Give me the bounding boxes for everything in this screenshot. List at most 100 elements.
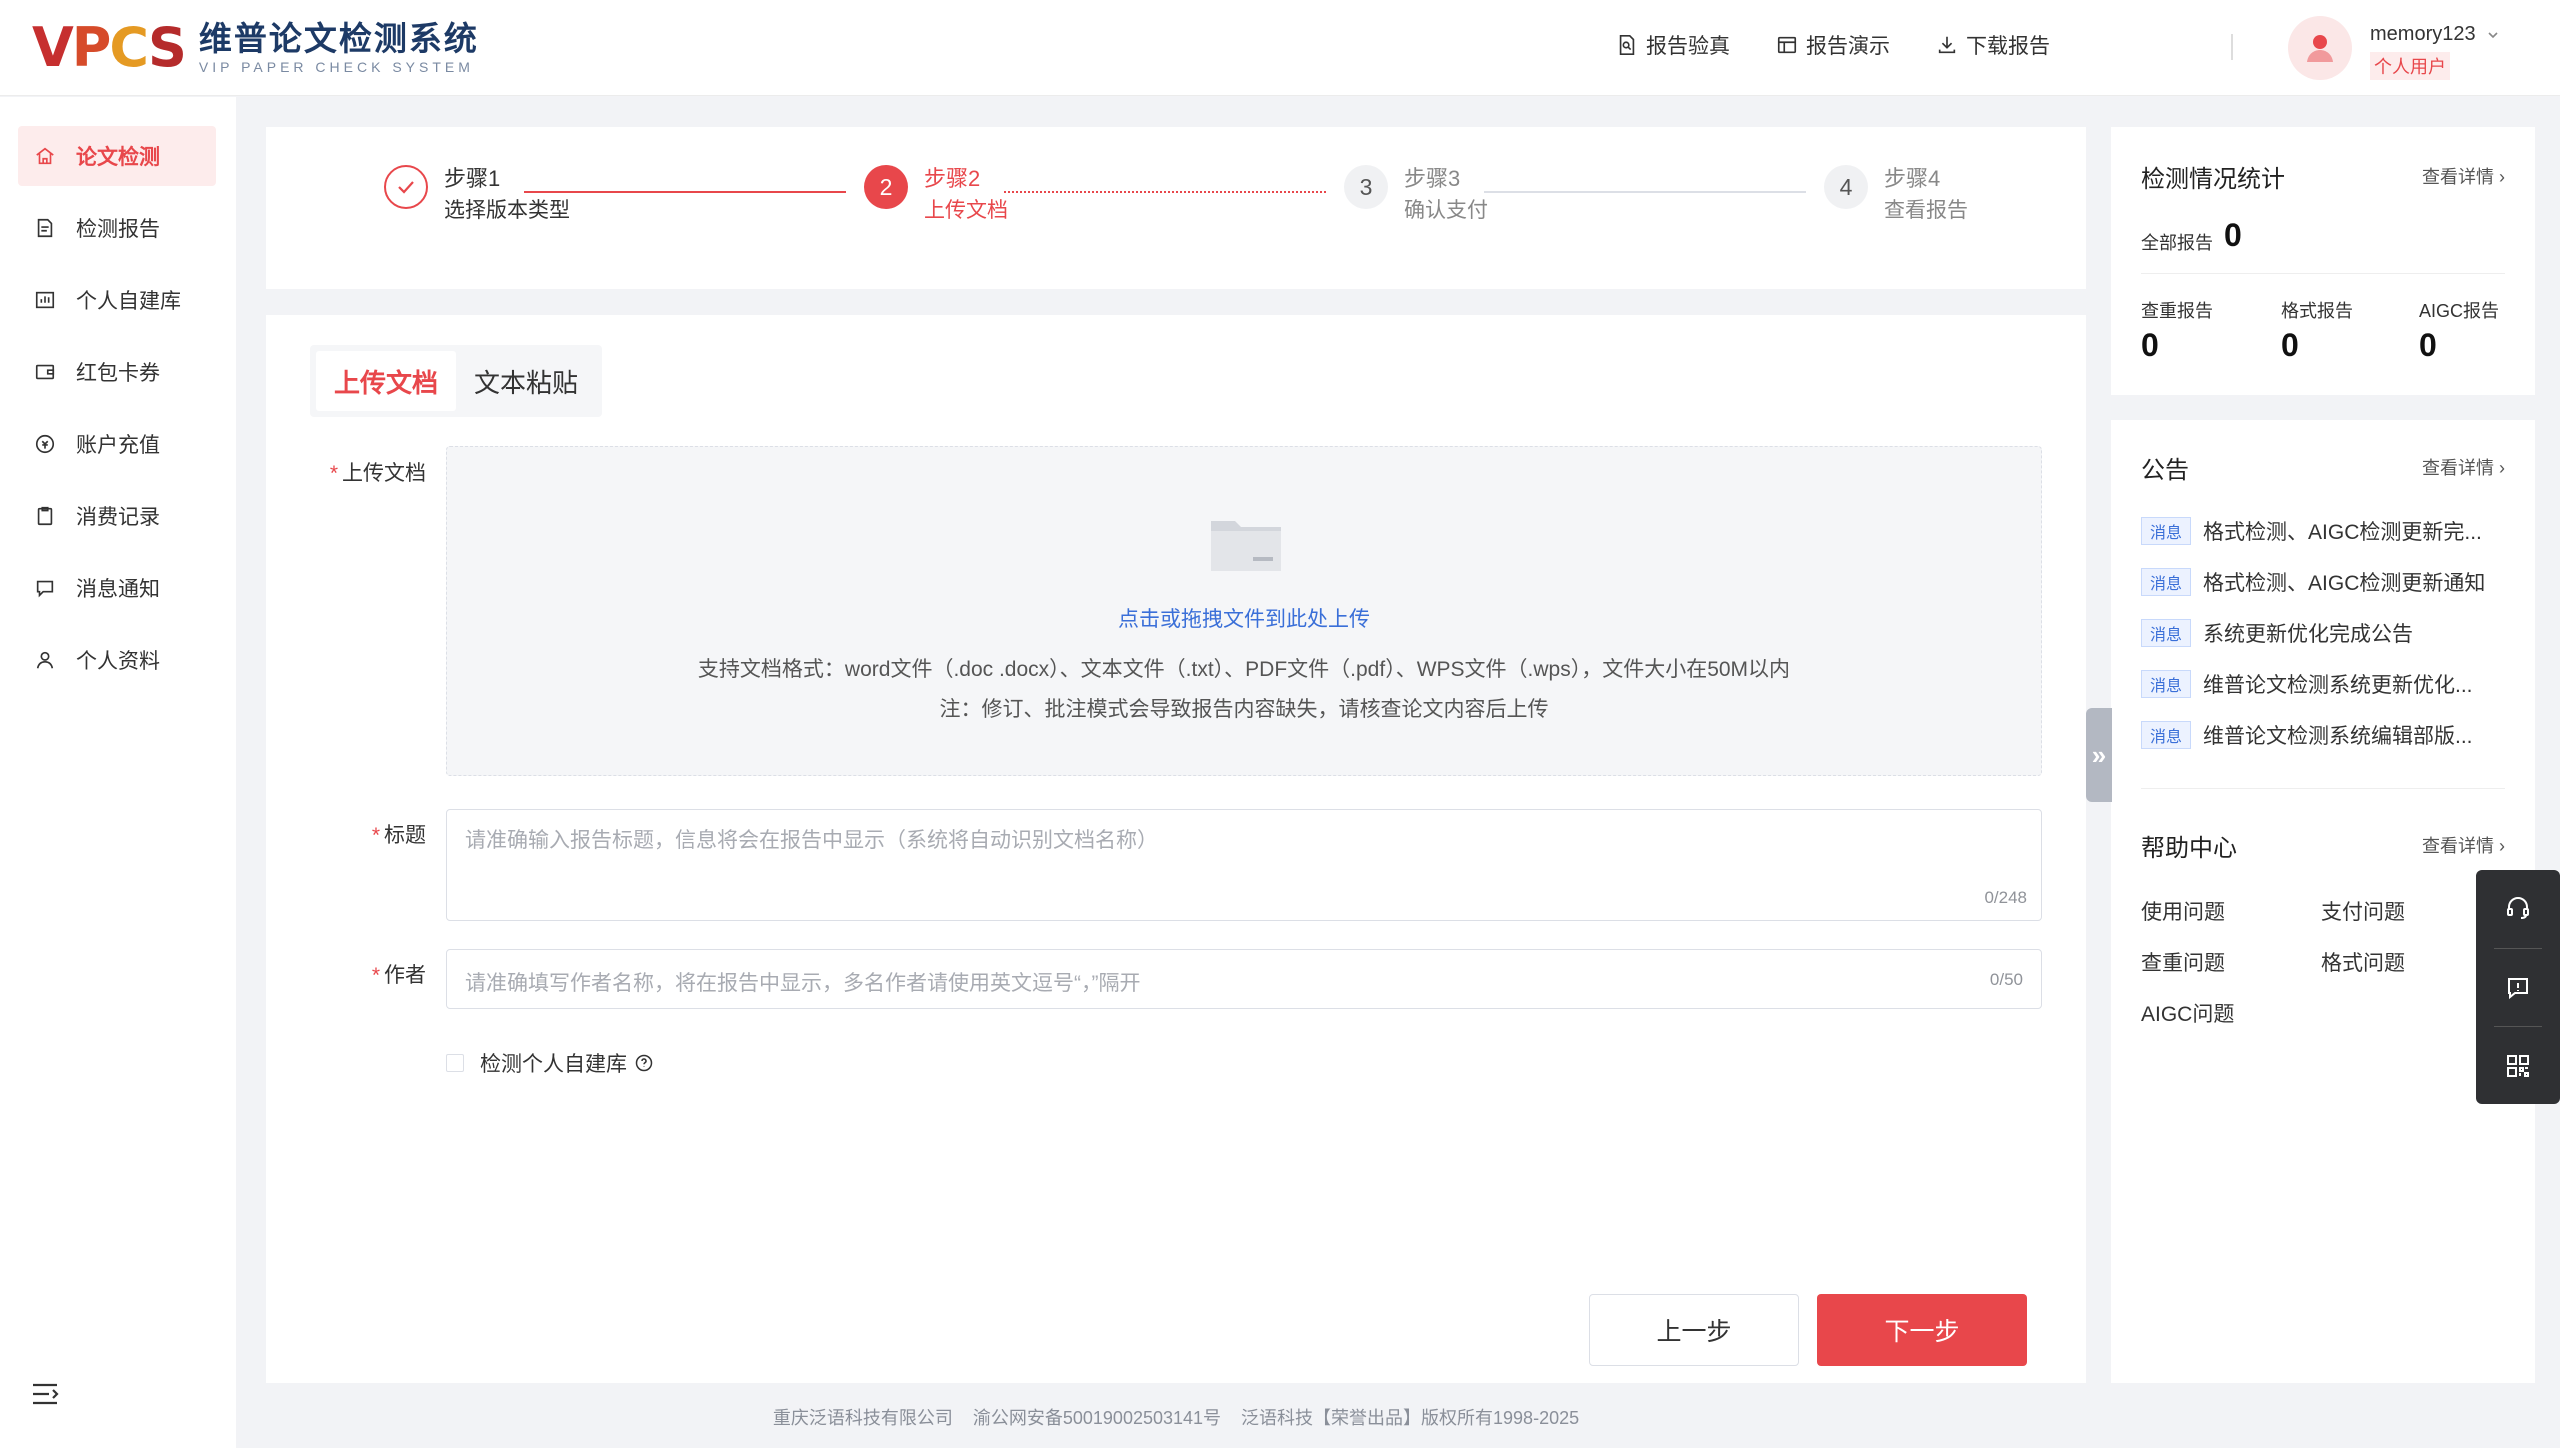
- notice-item[interactable]: 消息 格式检测、AIGC检测更新完...: [2141, 516, 2521, 546]
- step-title: 步骤3: [1404, 166, 1461, 191]
- next-step-button[interactable]: 下一步: [1817, 1294, 2027, 1366]
- library-icon: [35, 291, 55, 309]
- tab-paste-text[interactable]: 文本粘贴: [456, 351, 596, 411]
- format-reports-label: 格式报告: [2281, 301, 2353, 321]
- step-desc: 上传文档: [924, 199, 1008, 222]
- avatar[interactable]: [2288, 16, 2352, 80]
- notice-more-link[interactable]: 查看详情 ›: [2422, 454, 2505, 480]
- expand-panel-handle[interactable]: »: [2086, 708, 2112, 802]
- notice-item[interactable]: 消息 格式检测、AIGC检测更新通知: [2141, 567, 2521, 597]
- chevron-right-icon: ›: [2499, 458, 2505, 478]
- total-reports-value: 0: [2224, 217, 2242, 253]
- help-more-link[interactable]: 查看详情 ›: [2422, 832, 2505, 858]
- format-reports-value: 0: [2281, 327, 2299, 363]
- logo-title: 维普论文检测系统: [198, 19, 479, 58]
- title-textarea[interactable]: 请准确输入报告标题，信息将会在报告中显示（系统将自动识别文档名称） 0/248: [446, 809, 2042, 921]
- step-connector: [1484, 191, 1806, 193]
- user-type-badge: 个人用户: [2370, 52, 2450, 80]
- customer-service-button[interactable]: [2476, 870, 2560, 946]
- coin-icon: [35, 434, 55, 454]
- user-avatar-icon: [2307, 35, 2333, 62]
- notice-tag: 消息: [2141, 517, 2192, 545]
- prev-step-button[interactable]: 上一步: [1589, 1294, 1799, 1366]
- logo-subtitle: VIP PAPER CHECK SYSTEM: [198, 59, 474, 75]
- upload-form-card: 上传文档 文本粘贴 * 上传文档 点击或拖拽文件到此处上传 支持文档格式：word…: [266, 315, 2086, 1276]
- sidebar-item-reports[interactable]: 检测报告: [18, 198, 216, 258]
- notice-tag: 消息: [2141, 721, 2192, 749]
- download-report-link[interactable]: 下载报告: [1936, 30, 2050, 60]
- sidebar-item-coupons[interactable]: 红包卡券: [18, 342, 216, 402]
- library-checkbox[interactable]: [446, 1054, 464, 1072]
- step-number: 3: [1344, 165, 1388, 209]
- aigc-reports-value: 0: [2419, 327, 2437, 363]
- stats-more-link[interactable]: 查看详情 ›: [2422, 163, 2505, 189]
- step-4: 4 步骤4 查看报告: [1824, 165, 1968, 229]
- check-icon: [384, 165, 428, 209]
- form-actions-bar: [266, 1275, 2086, 1383]
- author-char-count: 0/50: [1989, 970, 2023, 989]
- report-icon: [37, 218, 53, 238]
- upload-format-hint: 支持文档格式：word文件（.doc .docx）、文本文件（.txt）、PDF…: [697, 658, 1791, 681]
- step-1: 步骤1 选择版本类型: [384, 165, 570, 229]
- stats-title: 检测情况统计: [2141, 166, 2285, 193]
- upload-label: * 上传文档: [329, 462, 426, 485]
- help-title: 帮助中心: [2141, 835, 2237, 862]
- notice-item[interactable]: 消息 系统更新优化完成公告: [2141, 618, 2521, 648]
- sidebar-item-profile[interactable]: 个人资料: [18, 630, 216, 690]
- notice-item[interactable]: 消息 维普论文检测系统编辑部版...: [2141, 720, 2521, 750]
- user-menu[interactable]: memory123: [2370, 23, 2500, 46]
- step-2: 2 步骤2 上传文档: [864, 165, 1008, 229]
- verify-report-link[interactable]: 报告验真: [1616, 30, 1730, 60]
- upload-note: 注：修订、批注模式会导致报告内容缺失，请核查论文内容后上传: [939, 698, 1549, 721]
- sidebar-item-paper-check[interactable]: 论文检测: [18, 126, 216, 186]
- demo-report-label: 报告演示: [1806, 35, 1890, 58]
- notice-title: 公告: [2141, 457, 2189, 484]
- help-aigc-link[interactable]: AIGC问题: [2141, 998, 2234, 1028]
- search-doc-icon: [1619, 35, 1635, 55]
- sidebar-item-recharge[interactable]: 账户充值: [18, 414, 216, 474]
- stats-card: 检测情况统计 查看详情 › 全部报告 0 查重报告 0 格式报告 0 AIGC报…: [2111, 127, 2535, 395]
- step-3: 3 步骤3 确认支付: [1344, 165, 1488, 229]
- title-label: * 标题: [371, 824, 426, 847]
- author-input[interactable]: 请准确填写作者名称，将在报告中显示，多名作者请使用英文逗号“，”隔开 0/50: [446, 949, 2042, 1009]
- notice-item[interactable]: 消息 维普论文检测系统更新优化...: [2141, 669, 2521, 699]
- qrcode-button[interactable]: [2476, 1028, 2560, 1104]
- chevron-right-icon: ›: [2499, 836, 2505, 856]
- file-upload-dropzone[interactable]: 点击或拖拽文件到此处上传 支持文档格式：word文件（.doc .docx）、文…: [446, 446, 2042, 776]
- sidebar-item-library[interactable]: 个人自建库: [18, 270, 216, 330]
- help-format-link[interactable]: 格式问题: [2321, 947, 2405, 977]
- dup-reports-label: 查重报告: [2141, 301, 2213, 321]
- notice-tag: 消息: [2141, 619, 2192, 647]
- download-report-label: 下载报告: [1966, 35, 2050, 58]
- tab-upload-document[interactable]: 上传文档: [316, 351, 457, 411]
- step-desc: 选择版本类型: [444, 199, 570, 222]
- sidebar-item-messages[interactable]: 消息通知: [18, 558, 216, 618]
- menu-collapse-icon[interactable]: [30, 1380, 60, 1408]
- top-header: VPCS 维普论文检测系统 VIP PAPER CHECK SYSTEM 报告验…: [0, 0, 2560, 96]
- logo[interactable]: VPCS 维普论文检测系统 VIP PAPER CHECK SYSTEM: [32, 20, 479, 76]
- user-name: memory123: [2370, 23, 2476, 45]
- help-payment-link[interactable]: 支付问题: [2321, 896, 2405, 926]
- help-usage-link[interactable]: 使用问题: [2141, 896, 2225, 926]
- sidebar-item-records[interactable]: 消费记录: [18, 486, 216, 546]
- total-reports-label: 全部报告: [2141, 233, 2213, 253]
- home-icon: [36, 147, 54, 165]
- feedback-button[interactable]: [2476, 950, 2560, 1026]
- title-char-count: 0/248: [1984, 888, 2027, 907]
- check-library-option[interactable]: 检测个人自建库: [446, 1048, 653, 1078]
- notice-tag: 消息: [2141, 568, 2192, 596]
- wallet-icon: [35, 364, 55, 380]
- step-desc: 查看报告: [1884, 199, 1968, 222]
- notice-help-card: 公告 查看详情 › 消息 格式检测、AIGC检测更新完... 消息 格式检测、A…: [2111, 420, 2535, 1383]
- folder-icon: [1211, 521, 1281, 571]
- help-circle-icon[interactable]: [635, 1054, 653, 1072]
- step-number: 4: [1824, 165, 1868, 209]
- upload-link[interactable]: 点击或拖拽文件到此处上传: [447, 603, 2041, 633]
- input-mode-tabs: 上传文档 文本粘贴: [310, 345, 603, 417]
- download-icon: [1938, 36, 1956, 54]
- notice-tag: 消息: [2141, 670, 2192, 698]
- aigc-reports-label: AIGC报告: [2419, 301, 2500, 321]
- demo-report-link[interactable]: 报告演示: [1776, 30, 1890, 60]
- step-connector: [1004, 191, 1326, 193]
- help-duplicate-link[interactable]: 查重问题: [2141, 947, 2225, 977]
